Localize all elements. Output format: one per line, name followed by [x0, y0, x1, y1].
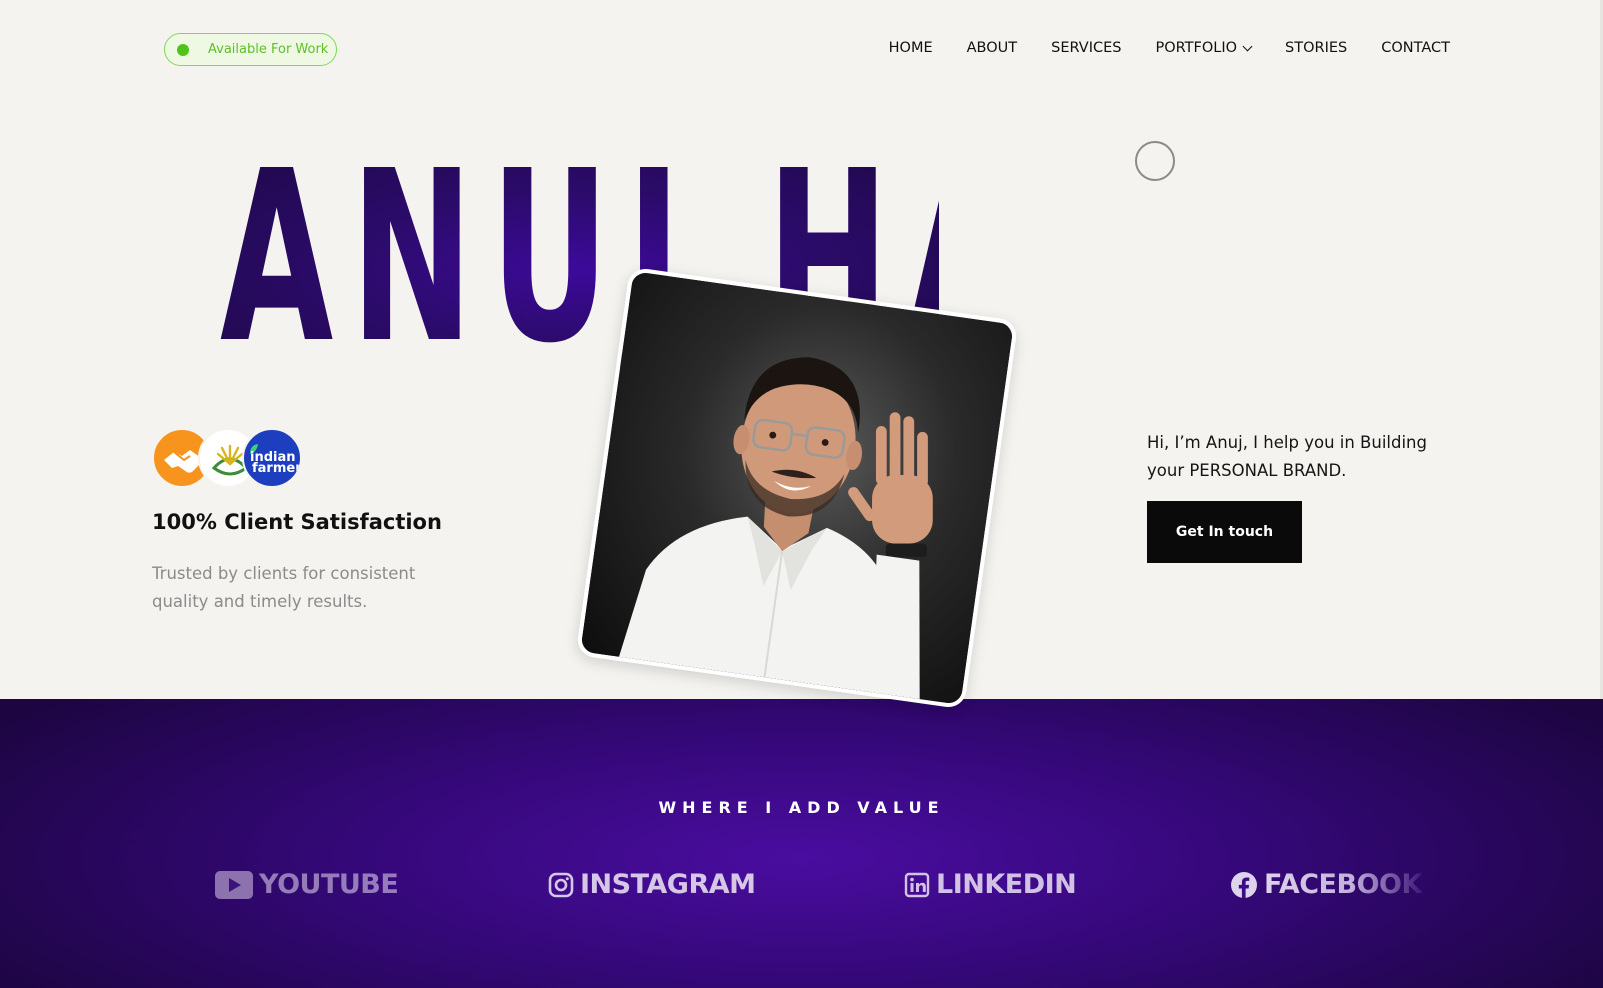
facebook-icon — [1231, 871, 1257, 898]
nav-about[interactable]: ABOUT — [967, 40, 1018, 56]
youtube-icon — [215, 870, 253, 899]
youtube-link[interactable]: YOUTUBE — [215, 869, 399, 900]
nav-about-label: ABOUT — [966, 40, 1018, 56]
instagram-link[interactable]: INSTAGRAM — [548, 869, 756, 900]
satisfaction-title: 100% Client Satisfaction — [152, 510, 442, 534]
get-in-touch-button[interactable]: Get In touch — [1147, 501, 1302, 563]
intro-text: Hi, I’m Anuj, I help you in Building you… — [1147, 433, 1427, 480]
cursor-ring-icon — [1135, 141, 1175, 181]
page: Available For Work HOME ABOUT SERVICES P… — [0, 0, 1603, 988]
availability-badge: Available For Work — [164, 33, 337, 66]
chevron-down-icon — [1242, 41, 1253, 51]
indian-farmer-logo: indian farmer — [242, 428, 302, 488]
main-nav: HOME ABOUT SERVICES PORTFOLIO STORIES CO… — [889, 40, 1450, 56]
value-section: WHERE I ADD VALUE YOUTUBE INSTAGRAM LINK… — [0, 699, 1603, 988]
availability-label: Available For Work — [208, 42, 329, 57]
nav-home-label: HOME — [888, 40, 933, 56]
linkedin-link[interactable]: LINKEDIN — [904, 869, 1077, 900]
portrait-illustration — [618, 357, 933, 700]
client-logos: indian farmer — [152, 428, 312, 490]
value-section-title: WHERE I ADD VALUE — [658, 798, 945, 817]
nav-home[interactable]: HOME — [889, 40, 933, 56]
facebook-link[interactable]: FACEBOOK — [1230, 869, 1422, 900]
instagram-icon — [548, 872, 574, 897]
satisfaction-description: Trusted by clients for consistent qualit… — [152, 564, 416, 611]
status-dot-icon — [177, 43, 189, 56]
linkedin-label: LINKEDIN — [936, 869, 1077, 900]
nav-stories[interactable]: STORIES — [1285, 40, 1347, 56]
nav-portfolio-label: PORTFOLIO — [1155, 40, 1238, 56]
linkedin-icon — [904, 872, 930, 897]
nav-contact-label: CONTACT — [1381, 40, 1450, 56]
youtube-label: YOUTUBE — [259, 869, 399, 900]
nav-contact[interactable]: CONTACT — [1381, 40, 1450, 56]
logo-text-bottom: farmer — [252, 461, 302, 476]
instagram-label: INSTAGRAM — [580, 869, 756, 900]
nav-services-label: SERVICES — [1051, 40, 1122, 56]
facebook-label: FACEBOOK — [1264, 869, 1422, 900]
portrait-photo — [575, 266, 1019, 710]
nav-stories-label: STORIES — [1285, 40, 1348, 56]
nav-portfolio[interactable]: PORTFOLIO — [1155, 40, 1253, 56]
nav-services[interactable]: SERVICES — [1051, 40, 1121, 56]
